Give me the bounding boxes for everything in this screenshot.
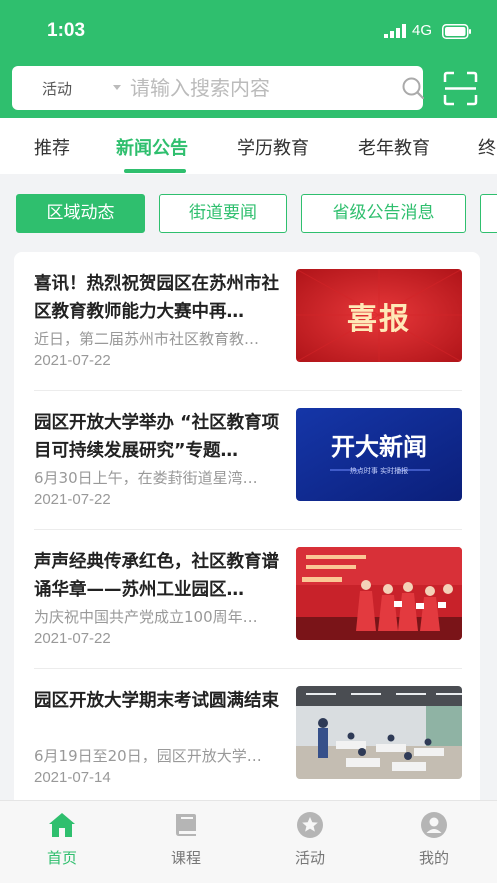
tab-indicator [124,169,186,173]
star-icon [297,812,323,838]
nav-profile[interactable]: 我的 [384,801,484,883]
scan-icon[interactable] [443,71,478,106]
nav-home-label: 首页 [46,849,77,867]
news-date: 2021-07-22 [34,352,111,369]
news-summary: 近日，第二届苏州市社区教育教… [34,330,260,348]
bottom-navigation: 首页 课程 活动 我的 [0,800,497,883]
news-thumbnail [296,686,462,779]
tab-news-announcements[interactable]: 新闻公告 [116,134,188,160]
user-icon [421,812,447,838]
search-category-select[interactable]: 活动 [42,78,72,99]
news-date: 2021-07-22 [34,630,111,647]
news-date: 2021-07-14 [34,769,111,786]
news-item[interactable]: 园区开放大学举办 “社区教育项目可持续发展研究”专题… 6月30日上午，在娄葑街… [34,391,462,530]
news-summary: 6月30日上午，在娄葑街道星湾… [34,469,258,487]
search-bar[interactable]: 活动 [12,66,425,110]
thumbnail-caption: 喜报 [347,301,411,337]
thumbnail-caption: 开大新闻 [331,433,427,461]
search-input[interactable] [130,72,390,104]
nav-courses-label: 课程 [170,849,201,867]
news-thumbnail: 开大新闻 热点时事 实时播报 [296,408,462,501]
tab-recommend[interactable]: 推荐 [34,134,70,160]
news-summary: 6月19日至20日，园区开放大学… [34,747,262,765]
book-icon [176,814,196,836]
status-time: 1:03 [47,20,86,41]
nav-activities-label: 活动 [294,849,325,867]
search-icon[interactable] [401,76,425,100]
app-header: 1:03 4G 活动 [0,0,497,118]
nav-home[interactable]: 首页 [12,801,112,883]
nav-profile-label: 我的 [418,849,449,867]
news-summary: 为庆祝中国共产党成立100周年… [34,608,258,626]
category-tabs: 推荐 新闻公告 学历教育 老年教育 终 [0,118,497,174]
filter-more[interactable] [480,194,497,233]
status-bar: 1:03 4G [0,0,497,60]
tab-academic-education[interactable]: 学历教育 [237,134,309,160]
nav-courses[interactable]: 课程 [136,801,236,883]
filter-provincial-announcements[interactable]: 省级公告消息 [301,194,466,233]
nav-activities[interactable]: 活动 [260,801,360,883]
news-title: 喜讯！热烈祝贺园区在苏州市社区教育教师能力大赛中再… [34,274,279,322]
news-item[interactable]: 喜讯！热烈祝贺园区在苏州市社区教育教师能力大赛中再… 近日，第二届苏州市社区教育… [34,252,462,391]
tab-lifelong[interactable]: 终 [478,134,496,160]
news-date: 2021-07-22 [34,491,111,508]
filter-street-news[interactable]: 街道要闻 [159,194,287,233]
thumbnail-subcaption: 热点时事 实时播报 [349,467,409,475]
home-icon [49,813,75,837]
news-list: 喜讯！热烈祝贺园区在苏州市社区教育教师能力大赛中再… 近日，第二届苏州市社区教育… [14,252,480,812]
news-title: 声声经典传承红色，社区教育谱诵华章——苏州工业园区… [34,552,279,600]
caret-down-icon[interactable] [112,82,122,92]
battery-icon [442,24,471,39]
news-thumbnail [296,547,462,640]
news-thumbnail: 喜报 [296,269,462,362]
news-title: 园区开放大学举办 “社区教育项目可持续发展研究”专题… [34,413,280,461]
news-item[interactable]: 园区开放大学期末考试圆满结束 6月19日至20日，园区开放大学… 2021-07… [34,669,462,808]
news-item[interactable]: 声声经典传承红色，社区教育谱诵华章——苏州工业园区… 为庆祝中国共产党成立100… [34,530,462,669]
filter-regional-news[interactable]: 区域动态 [16,194,145,233]
tab-elderly-education[interactable]: 老年教育 [358,134,430,160]
signal-icon [384,24,406,38]
network-type: 4G [412,22,433,39]
news-title: 园区开放大学期末考试圆满结束 [34,691,279,711]
